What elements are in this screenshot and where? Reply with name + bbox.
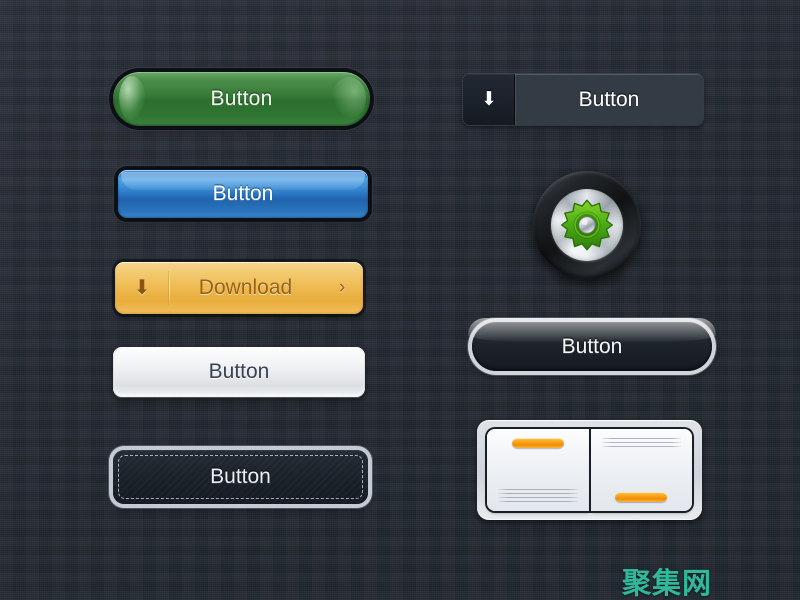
stitched-button-label: Button bbox=[210, 465, 271, 488]
download-arrow-icon: ⬇ bbox=[133, 277, 151, 299]
dual-card-panel bbox=[477, 420, 702, 520]
gear-icon bbox=[560, 199, 614, 251]
download-button[interactable]: ⬇ Download › bbox=[115, 262, 363, 314]
white-button-label: Button bbox=[208, 360, 270, 383]
card-line bbox=[498, 493, 578, 494]
card-right[interactable] bbox=[590, 429, 692, 511]
split-button-label: Button bbox=[578, 87, 640, 111]
card-left[interactable] bbox=[487, 429, 589, 511]
chrome-button-label: Button bbox=[561, 334, 623, 358]
card-line bbox=[601, 442, 681, 443]
download-arrow-icon[interactable]: ⬇ bbox=[463, 74, 515, 125]
accent-pill bbox=[511, 438, 564, 448]
chrome-pill-button[interactable]: Button bbox=[468, 318, 716, 371]
card-line bbox=[601, 438, 681, 439]
card-line bbox=[498, 497, 578, 498]
card-spacer bbox=[498, 448, 578, 489]
split-download-button[interactable]: ⬇ Button bbox=[463, 74, 703, 125]
ui-showcase-canvas: Button Button ⬇ Download › Button Button… bbox=[0, 0, 800, 600]
chevron-right-icon: › bbox=[338, 277, 346, 298]
accent-pill bbox=[615, 492, 668, 502]
split-button-main[interactable]: Button bbox=[515, 74, 703, 125]
watermark: 聚集网 bbox=[622, 566, 713, 600]
card-spacer bbox=[602, 447, 682, 492]
download-button-label: Download bbox=[198, 276, 293, 299]
white-button[interactable]: Button bbox=[113, 347, 365, 397]
settings-knob[interactable] bbox=[533, 171, 641, 279]
stitched-dark-button[interactable]: Button bbox=[113, 450, 368, 504]
green-button-label: Button bbox=[210, 87, 273, 110]
green-pill-button[interactable]: Button bbox=[113, 72, 370, 126]
blue-button[interactable]: Button bbox=[118, 170, 368, 218]
card-lines bbox=[498, 489, 578, 502]
card-line bbox=[498, 501, 578, 502]
card-lines bbox=[601, 438, 681, 447]
card-line bbox=[498, 489, 578, 490]
knob-dial bbox=[551, 189, 623, 261]
blue-button-label: Button bbox=[212, 182, 274, 205]
